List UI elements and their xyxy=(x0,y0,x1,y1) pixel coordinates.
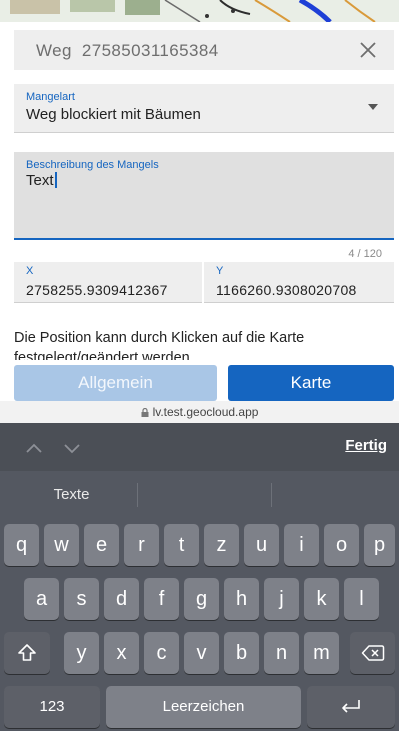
key-q[interactable]: q xyxy=(4,524,39,566)
key-m[interactable]: m xyxy=(304,632,339,674)
feature-type: Weg xyxy=(36,41,72,60)
description-textarea[interactable]: Beschreibung des Mangels Text xyxy=(14,152,394,240)
key-r[interactable]: r xyxy=(124,524,159,566)
key-g[interactable]: g xyxy=(184,578,219,620)
backspace-icon xyxy=(361,645,384,661)
close-icon[interactable] xyxy=(358,40,378,60)
suggestion-2[interactable] xyxy=(138,471,271,519)
key-p[interactable]: p xyxy=(364,524,395,566)
y-value: 1166260.9308020708 xyxy=(216,282,357,298)
y-label: Y xyxy=(216,265,224,277)
keyboard-toolbar: Fertig xyxy=(0,423,399,471)
key-a[interactable]: a xyxy=(24,578,59,620)
key-b[interactable]: b xyxy=(224,632,259,674)
x-value: 2758255.9309412367 xyxy=(26,282,168,298)
shift-key[interactable] xyxy=(4,632,50,674)
description-text: Text xyxy=(26,172,54,189)
backspace-key[interactable] xyxy=(350,632,395,674)
general-tab-button[interactable]: Allgemein xyxy=(14,365,217,401)
shift-icon xyxy=(18,644,36,661)
defect-type-label: Mangelart xyxy=(26,91,75,103)
key-h[interactable]: h xyxy=(224,578,259,620)
url-text: lv.test.geocloud.app xyxy=(152,405,259,419)
key-o[interactable]: o xyxy=(324,524,359,566)
key-u[interactable]: u xyxy=(244,524,279,566)
feature-id: 27585031165384 xyxy=(81,41,219,60)
x-coordinate-field[interactable]: X 2758255.9309412367 xyxy=(14,262,202,303)
key-w[interactable]: w xyxy=(44,524,79,566)
x-label: X xyxy=(26,265,34,277)
key-s[interactable]: s xyxy=(64,578,99,620)
key-y[interactable]: y xyxy=(64,632,99,674)
numbers-key[interactable]: 123 xyxy=(4,686,100,728)
key-c[interactable]: c xyxy=(144,632,179,674)
description-label: Beschreibung des Mangels xyxy=(26,159,159,171)
key-v[interactable]: v xyxy=(184,632,219,674)
return-key[interactable] xyxy=(307,686,395,728)
key-z[interactable]: z xyxy=(204,524,239,566)
suggestion-3[interactable] xyxy=(272,471,399,519)
defect-type-value: Weg blockiert mit Bäumen xyxy=(26,106,201,123)
y-coordinate-field[interactable]: Y 1166260.9308020708 xyxy=(204,262,394,303)
map-tab-button[interactable]: Karte xyxy=(228,365,394,401)
keyboard: Texte q w e r t z u i o p a s d f g h j … xyxy=(0,471,399,731)
key-e[interactable]: e xyxy=(84,524,119,566)
text-cursor xyxy=(54,172,57,188)
key-f[interactable]: f xyxy=(144,578,179,620)
space-key[interactable]: Leerzeichen xyxy=(106,686,301,728)
suggestion-bar: Texte xyxy=(0,471,399,519)
key-t[interactable]: t xyxy=(164,524,199,566)
key-n[interactable]: n xyxy=(264,632,299,674)
done-button[interactable]: Fertig xyxy=(345,437,387,454)
chevron-up-icon[interactable] xyxy=(24,438,44,458)
char-counter: 4 / 120 xyxy=(348,248,382,260)
defect-type-select[interactable]: Mangelart Weg blockiert mit Bäumen xyxy=(14,84,394,133)
lock-icon xyxy=(141,408,149,417)
suggestion-1[interactable]: Texte xyxy=(5,471,138,519)
map-strip[interactable] xyxy=(0,0,399,22)
key-j[interactable]: j xyxy=(264,578,299,620)
key-x[interactable]: x xyxy=(104,632,139,674)
feature-title-bar: Weg 27585031165384 xyxy=(14,30,394,70)
dropdown-arrow-icon xyxy=(368,104,378,110)
chevron-down-icon[interactable] xyxy=(62,438,82,458)
key-k[interactable]: k xyxy=(304,578,339,620)
feature-title: Weg 27585031165384 xyxy=(36,41,229,61)
description-value: Text xyxy=(26,172,57,189)
position-hint: Die Position kann durch Klicken auf die … xyxy=(14,330,305,360)
key-d[interactable]: d xyxy=(104,578,139,620)
key-l[interactable]: l xyxy=(344,578,379,620)
browser-url-bar[interactable]: lv.test.geocloud.app xyxy=(0,401,399,423)
key-i[interactable]: i xyxy=(284,524,319,566)
return-icon xyxy=(342,700,360,713)
